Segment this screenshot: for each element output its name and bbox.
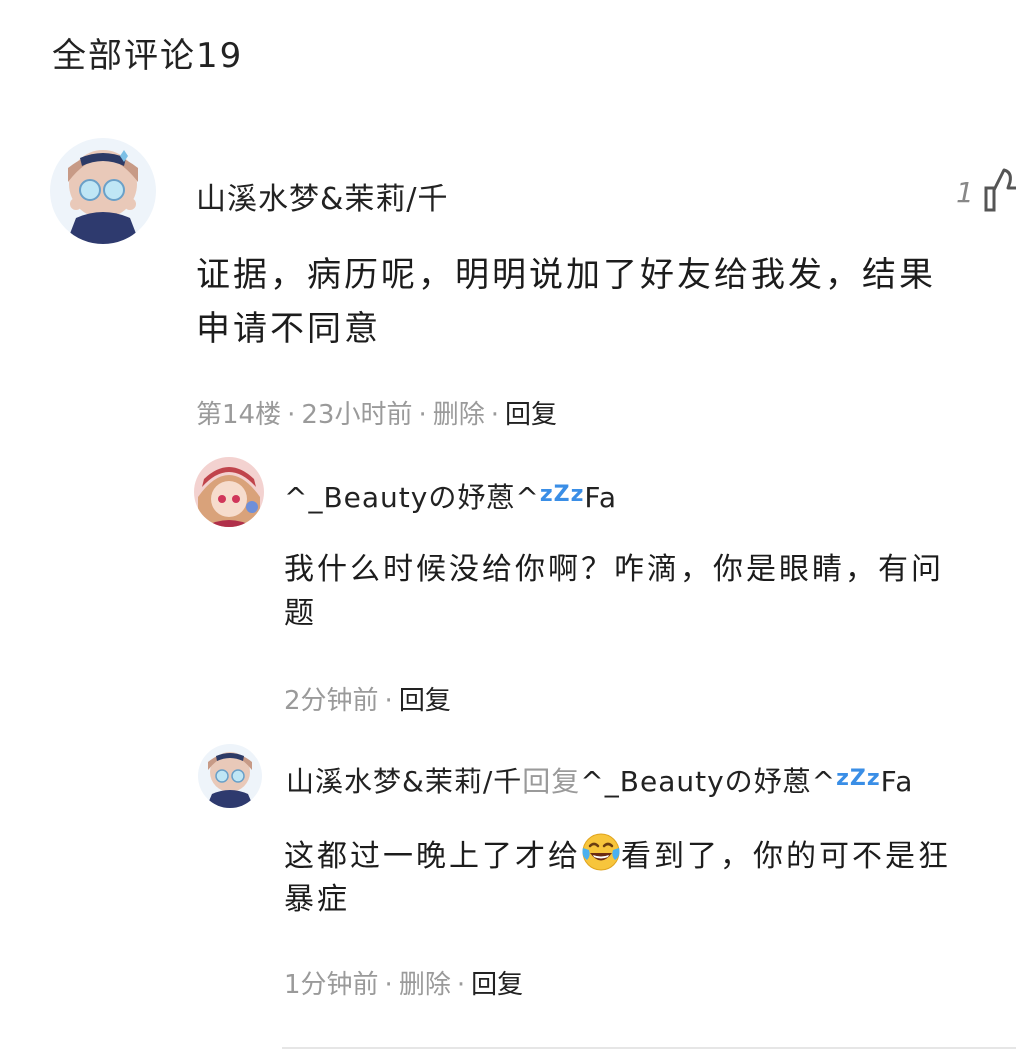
reply-button[interactable]: 回复: [471, 970, 523, 1000]
reply-content-part1: 这都过一晚上了才给: [284, 839, 581, 874]
comments-section-title: 全部评论19: [52, 36, 244, 76]
sleep-zzz-icon: zZz: [836, 766, 881, 791]
divider: [282, 1047, 1016, 1049]
username-badge: Fa: [880, 765, 914, 798]
comment-meta: 第14楼 · 23小时前 · 删除 · 回复: [196, 400, 558, 430]
reply-content-part2: 看到了，你的可不是狂: [621, 839, 951, 874]
reply-username[interactable]: 山溪水梦&茉莉/千回复^_Beautyの妤蒽^zZzFa: [286, 760, 913, 800]
delete-button[interactable]: 删除: [399, 970, 451, 1000]
reply-username[interactable]: ^_Beautyの妤蒽^zZzFa: [284, 476, 617, 516]
comment-time: 23小时前: [301, 400, 413, 430]
sleep-zzz-icon: zZz: [539, 482, 585, 507]
reply-button[interactable]: 回复: [399, 686, 451, 716]
reply-content-line1: 这都过一晚上了才给 看到了，你的可不是狂: [284, 832, 951, 879]
reply-username-text: 山溪水梦&茉莉/千: [286, 765, 523, 798]
commenter-username[interactable]: 山溪水梦&茉莉/千: [196, 174, 449, 218]
reply-avatar[interactable]: [194, 457, 264, 527]
like-count: 1: [956, 176, 974, 209]
reply-username-text: ^_Beautyの妤蒽^: [284, 481, 540, 514]
comment-content-line2: 申请不同意: [196, 309, 381, 349]
reply-button[interactable]: 回复: [505, 400, 557, 430]
delete-button[interactable]: 删除: [433, 400, 485, 430]
reply-content-line2: 暴症: [284, 882, 350, 917]
reply-content-line1: 我什么时候没给你啊？咋滴，你是眼睛，有问: [284, 552, 944, 587]
reply-target-username[interactable]: ^_Beautyの妤蒽^: [580, 765, 836, 798]
commenter-avatar[interactable]: [50, 138, 156, 244]
reply-content-line2: 题: [284, 596, 317, 631]
floor-number: 第14楼: [196, 400, 282, 430]
reply-to-word: 回复: [522, 765, 581, 798]
thumbs-up-icon[interactable]: [984, 168, 1016, 212]
reply-time: 2分钟前: [284, 686, 379, 716]
reply-meta: 1分钟前 · 删除 · 回复: [284, 970, 524, 1000]
comment-content-line1: 证据，病历呢，明明说加了好友给我发，结果: [196, 255, 936, 295]
reply-time: 1分钟前: [284, 970, 379, 1000]
reply-avatar[interactable]: [198, 744, 262, 808]
reply-meta: 2分钟前 · 回复: [284, 686, 451, 716]
username-badge: Fa: [584, 481, 618, 514]
laughing-tears-emoji-icon: [582, 833, 620, 871]
